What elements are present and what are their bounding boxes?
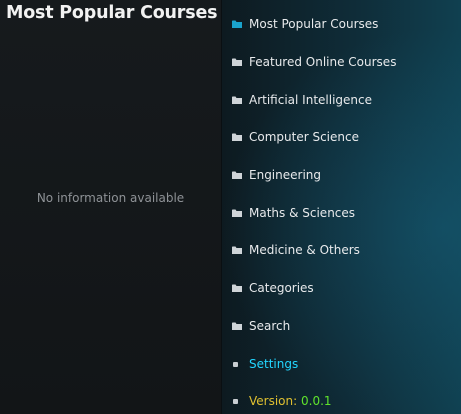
menu-item-label: Maths & Sciences	[249, 206, 356, 220]
version-label: Version:	[249, 394, 298, 408]
menu-item-engineering[interactable]: Engineering	[222, 161, 461, 191]
menu-item-maths-and-sciences[interactable]: Maths & Sciences	[222, 199, 461, 229]
folder-icon	[232, 322, 242, 330]
menu-item-label: Categories	[249, 281, 314, 295]
menu-item-settings[interactable]: Settings	[222, 350, 461, 380]
menu-panel: Most Popular Courses Featured Online Cou…	[221, 0, 461, 414]
menu-item-medicine-and-others[interactable]: Medicine & Others	[222, 236, 461, 266]
menu-item-featured-online-courses[interactable]: Featured Online Courses	[222, 48, 461, 78]
info-panel: Most Popular Courses No information avai…	[0, 0, 221, 414]
menu-item-most-popular-courses[interactable]: Most Popular Courses	[222, 10, 461, 40]
no-information-text: No information available	[36, 191, 185, 205]
folder-icon	[232, 133, 242, 141]
folder-icon	[232, 284, 242, 292]
folder-icon	[232, 20, 242, 28]
version-value: 0.0.1	[301, 394, 332, 408]
folder-icon	[232, 209, 242, 217]
menu-item-label: Medicine & Others	[249, 243, 360, 257]
menu-item-label: Featured Online Courses	[249, 55, 397, 69]
menu-item-label: Most Popular Courses	[249, 17, 379, 31]
folder-icon	[232, 58, 242, 66]
app-window: Most Popular Courses No information avai…	[0, 0, 461, 414]
menu-item-computer-science[interactable]: Computer Science	[222, 123, 461, 153]
menu-item-label: Search	[249, 319, 291, 333]
folder-icon	[232, 171, 242, 179]
menu-item-label: Computer Science	[249, 130, 359, 144]
folder-icon	[232, 96, 242, 104]
version-text: Version: 0.0.1	[249, 394, 332, 408]
menu-item-artificial-intelligence[interactable]: Artificial Intelligence	[222, 86, 461, 116]
menu-item-label: Artificial Intelligence	[249, 93, 372, 107]
menu-item-search[interactable]: Search	[222, 312, 461, 342]
dot-icon	[233, 399, 238, 404]
menu-item-categories[interactable]: Categories	[222, 274, 461, 304]
menu-item-label: Engineering	[249, 168, 321, 182]
menu-item-label: Settings	[249, 357, 299, 371]
folder-icon	[232, 246, 242, 254]
dot-icon	[233, 362, 238, 367]
page-title: Most Popular Courses	[6, 3, 218, 23]
menu-item-version[interactable]: Version: 0.0.1	[222, 387, 461, 414]
